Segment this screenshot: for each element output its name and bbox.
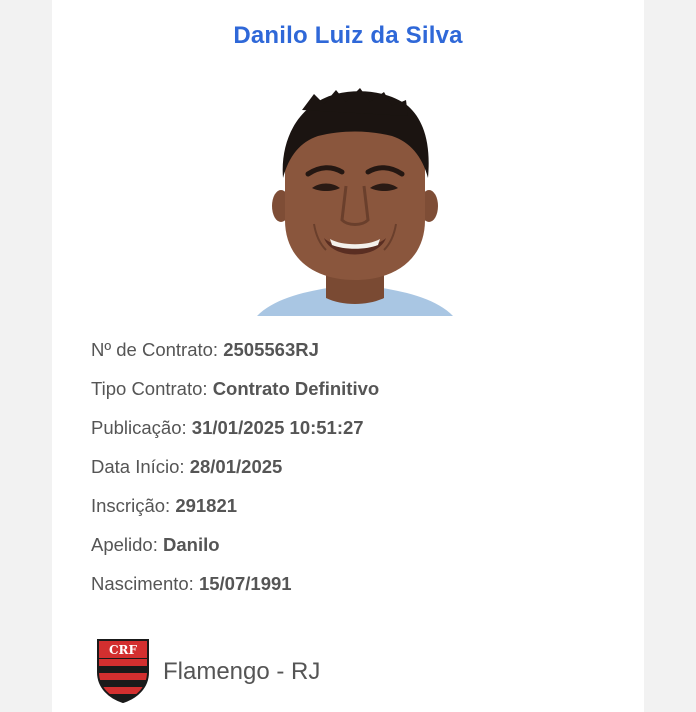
player-name: Danilo Luiz da Silva bbox=[233, 22, 463, 49]
detail-row-start-date: Data Início: 28/01/2025 bbox=[91, 454, 611, 493]
detail-value: 291821 bbox=[175, 495, 238, 516]
detail-row-publication: Publicação: 31/01/2025 10:51:27 bbox=[91, 415, 611, 454]
contract-details: Nº de Contrato: 2505563RJ Tipo Contrato:… bbox=[91, 337, 611, 610]
detail-row-contract-type: Tipo Contrato: Contrato Definitivo bbox=[91, 376, 611, 415]
detail-value: 31/01/2025 10:51:27 bbox=[191, 417, 364, 438]
detail-value: 15/07/1991 bbox=[198, 573, 292, 594]
player-photo bbox=[232, 74, 478, 316]
detail-value: Contrato Definitivo bbox=[212, 378, 380, 399]
detail-row-registration: Inscrição: 291821 bbox=[91, 493, 611, 532]
detail-label: Nº de Contrato: bbox=[91, 339, 219, 360]
flamengo-crest-icon: CRF bbox=[97, 639, 149, 704]
detail-row-birth-date: Nascimento: 15/07/1991 bbox=[91, 571, 611, 610]
crest-monogram: CRF bbox=[109, 643, 138, 657]
detail-label: Apelido: bbox=[91, 534, 158, 555]
detail-label: Data Início: bbox=[91, 456, 185, 477]
detail-label: Publicação: bbox=[91, 417, 187, 438]
club-info: CRF Flamengo - RJ bbox=[96, 638, 320, 704]
detail-row-contract-number: Nº de Contrato: 2505563RJ bbox=[91, 337, 611, 376]
player-photo-image bbox=[232, 74, 478, 316]
detail-label: Nascimento: bbox=[91, 573, 194, 594]
detail-row-nickname: Apelido: Danilo bbox=[91, 532, 611, 571]
player-card: Danilo Luiz da Silva Nº de Contrato: 250… bbox=[52, 0, 644, 712]
detail-label: Tipo Contrato: bbox=[91, 378, 208, 399]
detail-value: 28/01/2025 bbox=[189, 456, 283, 477]
detail-value: Danilo bbox=[163, 534, 220, 555]
detail-value: 2505563RJ bbox=[223, 339, 319, 360]
detail-label: Inscrição: bbox=[91, 495, 171, 516]
club-name: Flamengo - RJ bbox=[163, 658, 321, 685]
